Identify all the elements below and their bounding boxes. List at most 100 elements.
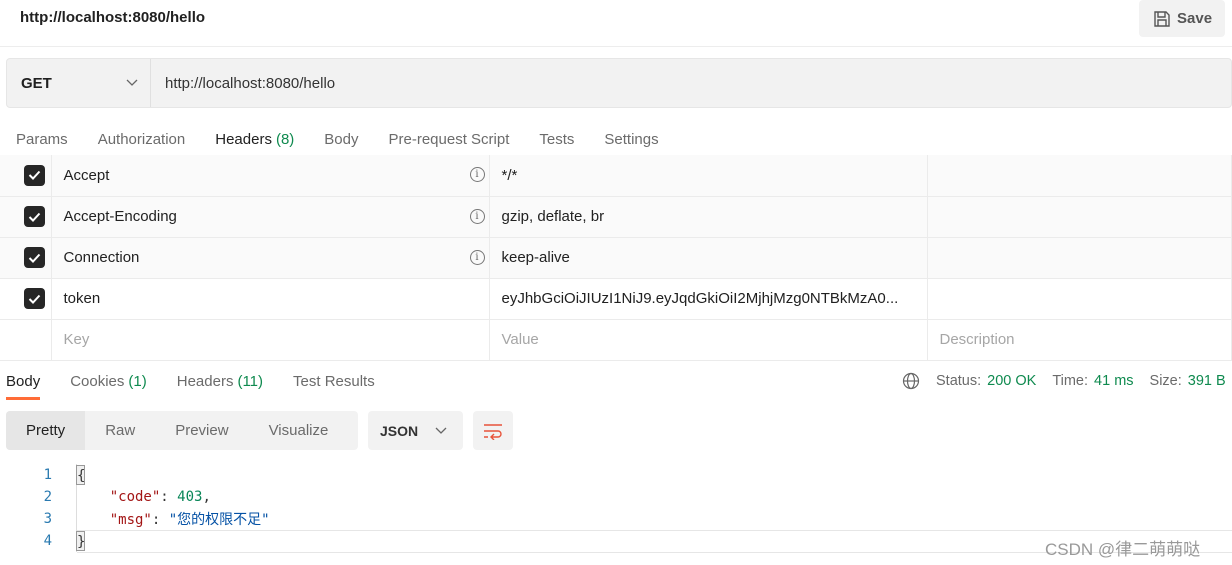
header-key[interactable]: Accept-Encoding i bbox=[51, 196, 490, 238]
tab-label: Pre-request Script bbox=[388, 131, 510, 148]
chevron-down-icon bbox=[126, 79, 138, 86]
description-input[interactable]: Description bbox=[927, 319, 1232, 361]
tab-response-body[interactable]: Body bbox=[0, 363, 55, 400]
info-icon[interactable]: i bbox=[469, 249, 485, 265]
request-title[interactable]: http://localhost:8080/hello bbox=[20, 9, 205, 26]
request-header-bar: http://localhost:8080/hello Save bbox=[0, 0, 1232, 47]
tab-label: Params bbox=[16, 131, 68, 148]
save-icon bbox=[1154, 10, 1170, 27]
tab-headers[interactable]: Headers (8) bbox=[200, 121, 309, 158]
header-key[interactable]: Accept i bbox=[51, 155, 490, 197]
checkbox-cell bbox=[0, 237, 52, 279]
header-description[interactable] bbox=[927, 237, 1232, 279]
header-row: token eyJhbGciOiJIUzI1NiJ9.eyJqdGkiOiI2Mj… bbox=[0, 278, 1232, 320]
tab-label: Tests bbox=[539, 131, 575, 148]
tab-pre-request-script[interactable]: Pre-request Script bbox=[374, 121, 525, 158]
view-mode-selector: Pretty Raw Preview Visualize bbox=[6, 411, 358, 450]
globe-icon[interactable] bbox=[902, 372, 920, 390]
tab-authorization[interactable]: Authorization bbox=[83, 121, 201, 158]
line-number: 1 bbox=[43, 467, 52, 483]
tab-label: Body bbox=[324, 131, 359, 148]
response-body-editor[interactable]: 1{ 2 "code": 403, 3 "msg": "您的权限不足" 4} bbox=[0, 464, 270, 552]
header-value-text: keep-alive bbox=[501, 249, 570, 266]
json-value: 403 bbox=[177, 489, 203, 505]
time-label: Time: bbox=[1052, 373, 1089, 389]
headers-table: Accept i */* Accept-Encoding i gzip, deflate,… bbox=[0, 155, 1232, 361]
check-icon bbox=[28, 294, 41, 304]
tab-settings[interactable]: Settings bbox=[589, 121, 673, 158]
status-value[interactable]: 200 OK bbox=[987, 373, 1036, 389]
url-input[interactable]: http://localhost:8080/hello bbox=[151, 75, 335, 92]
method-select[interactable]: GET bbox=[7, 59, 151, 107]
check-icon bbox=[28, 212, 41, 222]
format-select[interactable]: JSON bbox=[368, 411, 463, 450]
chevron-down-icon bbox=[435, 427, 447, 434]
header-value[interactable]: eyJhbGciOiJIUzI1NiJ9.eyJqdGkiOiI2MjhjMzg… bbox=[489, 278, 928, 320]
header-row: Connection i keep-alive bbox=[0, 237, 1232, 279]
header-description[interactable] bbox=[927, 196, 1232, 238]
tab-tests[interactable]: Tests bbox=[524, 121, 589, 158]
wrap-lines-button[interactable] bbox=[473, 411, 513, 450]
json-value: "您的权限不足" bbox=[168, 512, 270, 528]
header-value[interactable]: gzip, deflate, br bbox=[489, 196, 928, 238]
line-number: 3 bbox=[43, 511, 52, 527]
new-header-row: Key Value Description bbox=[0, 319, 1232, 361]
header-description[interactable] bbox=[927, 278, 1232, 320]
checkbox-cell bbox=[0, 278, 52, 320]
tab-label: Headers bbox=[215, 131, 272, 148]
tab-body[interactable]: Body bbox=[309, 121, 373, 158]
size-label: Size: bbox=[1149, 373, 1182, 389]
request-tabs: Params Authorization Headers (8) Body Pre… bbox=[1, 121, 674, 158]
check-icon bbox=[28, 171, 41, 181]
tab-label: Test Results bbox=[293, 373, 375, 390]
header-key[interactable]: token bbox=[51, 278, 490, 320]
header-value-text: eyJhbGciOiJIUzI1NiJ9.eyJqdGkiOiI2MjhjMzg… bbox=[501, 290, 899, 307]
tab-label: Settings bbox=[604, 131, 659, 148]
wrap-icon bbox=[484, 423, 502, 440]
tab-test-results[interactable]: Test Results bbox=[278, 363, 390, 400]
tab-count: (11) bbox=[237, 373, 264, 390]
header-value[interactable]: keep-alive bbox=[489, 237, 928, 279]
header-key-text: Accept bbox=[63, 166, 110, 184]
tab-count: (8) bbox=[275, 131, 295, 148]
close-brace: } bbox=[76, 531, 85, 551]
checkbox[interactable] bbox=[24, 206, 45, 227]
view-preview[interactable]: Preview bbox=[155, 411, 248, 450]
line-number: 4 bbox=[43, 533, 52, 549]
tab-label: Authorization bbox=[97, 131, 186, 148]
status-label: Status: bbox=[936, 373, 982, 389]
check-icon bbox=[28, 253, 41, 263]
header-key-text: Connection bbox=[63, 249, 140, 266]
tab-response-headers[interactable]: Headers (11) bbox=[162, 363, 278, 400]
checkbox[interactable] bbox=[24, 247, 45, 268]
size-value[interactable]: 391 B bbox=[1188, 373, 1226, 389]
view-visualize[interactable]: Visualize bbox=[249, 411, 349, 450]
view-raw[interactable]: Raw bbox=[85, 411, 155, 450]
watermark: CSDN @律二萌萌哒 bbox=[1045, 540, 1201, 559]
header-key[interactable]: Connection i bbox=[51, 237, 490, 279]
checkbox[interactable] bbox=[24, 164, 45, 186]
header-row: Accept i */* bbox=[0, 155, 1232, 197]
info-icon[interactable]: i bbox=[469, 167, 485, 182]
tab-cookies[interactable]: Cookies (1) bbox=[55, 363, 162, 400]
key-input[interactable]: Key bbox=[51, 319, 490, 361]
save-label: Save bbox=[1177, 10, 1213, 27]
checkbox[interactable] bbox=[24, 288, 45, 309]
view-pretty[interactable]: Pretty bbox=[6, 411, 86, 450]
header-row: Accept-Encoding i gzip, deflate, br bbox=[0, 196, 1232, 238]
tab-params[interactable]: Params bbox=[1, 121, 83, 158]
save-button[interactable]: Save bbox=[1139, 0, 1225, 37]
checkbox-cell bbox=[0, 155, 52, 197]
info-icon[interactable]: i bbox=[469, 208, 485, 224]
header-value-text: */* bbox=[501, 166, 518, 184]
response-status: Status: 200 OK Time: 41 ms Size: 391 B bbox=[902, 372, 1226, 390]
response-tabs: Body Cookies (1) Headers (11) Test Results bbox=[0, 363, 390, 400]
header-key-text: token bbox=[63, 290, 101, 307]
header-value-text: gzip, deflate, br bbox=[501, 208, 605, 225]
format-label: JSON bbox=[380, 422, 419, 439]
time-value[interactable]: 41 ms bbox=[1094, 373, 1134, 389]
checkbox-cell bbox=[0, 196, 52, 238]
header-description[interactable] bbox=[927, 155, 1232, 197]
header-value[interactable]: */* bbox=[489, 155, 928, 197]
value-input[interactable]: Value bbox=[489, 319, 928, 361]
